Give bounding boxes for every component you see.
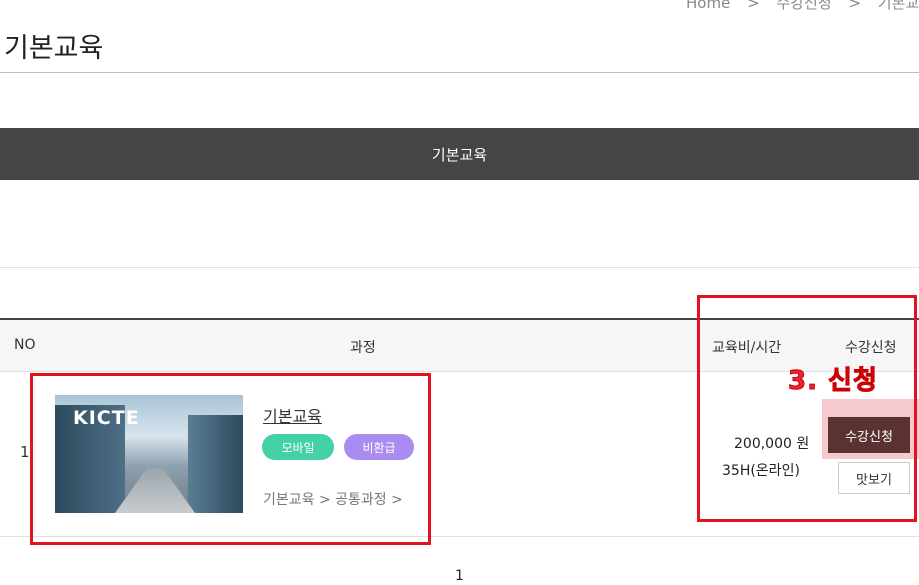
category-header: 기본교육 [0,128,919,180]
annotation-step-label: 3. 신청 [788,366,878,397]
page-title: 기본교육 [4,33,104,64]
title-divider [0,72,919,73]
badge-nonrefundable: 비환급 [344,434,414,460]
category-box: 기본교육 [0,128,919,268]
apply-button[interactable]: 수강신청 [828,417,910,453]
badge-mobile: 모바일 [262,434,334,460]
column-header-fee: 교육비/시간 [712,340,782,356]
row-number: 1 [20,443,30,461]
course-hours: 35H(온라인) [722,463,800,479]
breadcrumb: Home > 수강신청 > 기본교육 [680,0,919,13]
breadcrumb-home[interactable]: Home [686,0,730,12]
thumbnail-logo: KICTE [73,407,140,429]
row-divider [0,536,919,537]
table-header: NO 과정 교육비/시간 수강신청 [0,320,919,372]
course-title-link[interactable]: 기본교육 [263,403,322,427]
thumbnail-building-right [188,415,243,513]
column-header-no: NO [14,337,36,353]
pagination-page[interactable]: 1 [455,568,464,584]
thumbnail-road [115,468,195,513]
preview-button[interactable]: 맛보기 [838,462,910,494]
course-category-path: 기본교육 > 공통과정 > [263,492,403,508]
column-header-course: 과정 [350,340,376,356]
course-thumbnail[interactable]: KICTE [55,395,243,513]
breadcrumb-separator: > [747,0,760,12]
column-header-apply: 수강신청 [845,340,897,356]
breadcrumb-level2[interactable]: 기본교육 [878,0,919,12]
course-price: 200,000 원 [734,436,810,452]
breadcrumb-separator: > [848,0,862,12]
breadcrumb-level1[interactable]: 수강신청 [776,0,831,12]
